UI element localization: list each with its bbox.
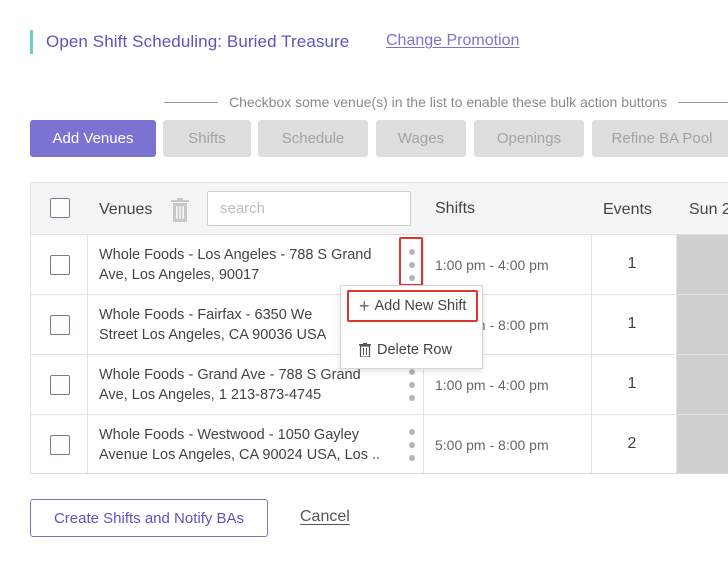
venue-line-1: Whole Foods - Westwood - 1050 Gayley xyxy=(99,427,360,443)
row-action-menu: + Add New Shift Delete Row xyxy=(340,285,483,369)
venue-name: Whole Foods - Fairfax - 6350 We Street L… xyxy=(99,305,381,345)
events-count: 1 xyxy=(627,315,637,332)
bulk-action-hint: Checkbox some venue(s) in the list to en… xyxy=(164,92,728,112)
venue-name: Whole Foods - Westwood - 1050 Gayley Ave… xyxy=(99,425,381,465)
title-accent-bar xyxy=(30,30,33,54)
trash-icon[interactable] xyxy=(170,198,190,222)
venue-name: Whole Foods - Grand Ave - 788 S Grand Av… xyxy=(99,365,381,405)
sun-header: Sun 2 xyxy=(689,201,728,218)
hint-divider-right xyxy=(678,101,728,103)
venue-line-1: Whole Foods - Grand Ave - 788 S Grand xyxy=(99,367,361,383)
events-count: 1 xyxy=(627,255,637,272)
shifts-header: Shifts xyxy=(435,200,476,217)
change-promotion-link[interactable]: Change Promotion xyxy=(386,32,519,50)
select-all-checkbox[interactable] xyxy=(50,198,70,218)
wages-button[interactable]: Wages xyxy=(376,120,466,157)
venue-line-1: Whole Foods - Los Angeles - 788 S Grand xyxy=(99,247,372,263)
page-title: Open Shift Scheduling: Buried Treasure xyxy=(46,32,350,51)
page-header: Open Shift Scheduling: Buried Treasure xyxy=(30,30,349,54)
venue-search-input[interactable] xyxy=(207,191,411,226)
venue-name: Whole Foods - Los Angeles - 788 S Grand … xyxy=(99,245,381,285)
shift-time: 1:00 pm - 4:00 pm xyxy=(435,257,549,273)
hint-text: Checkbox some venue(s) in the list to en… xyxy=(229,94,668,110)
schedule-button[interactable]: Schedule xyxy=(258,120,368,157)
row-checkbox[interactable] xyxy=(50,315,70,335)
trash-icon xyxy=(359,343,371,357)
hint-divider-left xyxy=(164,101,218,103)
venues-header: Venues xyxy=(99,201,153,218)
events-count: 1 xyxy=(627,375,637,392)
table-header: Venues Shifts Events Sun 2 xyxy=(31,183,728,235)
row-checkbox[interactable] xyxy=(50,255,70,275)
plus-icon: + xyxy=(359,296,370,316)
row-checkbox[interactable] xyxy=(50,375,70,395)
create-shifts-button[interactable]: Create Shifts and Notify BAs xyxy=(30,499,268,537)
delete-row-menu-item[interactable]: Delete Row xyxy=(341,331,484,369)
kebab-highlight xyxy=(399,237,423,286)
shift-time: 5:00 pm - 8:00 pm xyxy=(435,437,549,453)
venue-line-2: Ave, Los Angeles, 90017 xyxy=(99,267,260,283)
delete-row-label: Delete Row xyxy=(377,342,452,358)
events-count: 2 xyxy=(627,435,637,452)
refine-ba-pool-button[interactable]: Refine BA Pool xyxy=(592,120,728,157)
venue-line-2: Ave, Los Angeles, 1 213-873-4745 xyxy=(99,387,322,403)
openings-button[interactable]: Openings xyxy=(474,120,584,157)
venue-line-1: Whole Foods - Fairfax - 6350 We xyxy=(99,307,313,323)
table-row: Whole Foods - Westwood - 1050 Gayley Ave… xyxy=(31,415,728,473)
row-menu-icon[interactable] xyxy=(407,429,417,461)
shift-time: 1:00 pm - 4:00 pm xyxy=(435,377,549,393)
shifts-button[interactable]: Shifts xyxy=(163,120,251,157)
venue-line-2: Avenue Los Angeles, CA 90024 USA, Los ..… xyxy=(99,447,381,463)
add-new-shift-label: Add New Shift xyxy=(374,298,467,314)
cancel-link[interactable]: Cancel xyxy=(300,508,350,526)
add-new-shift-menu-item[interactable]: + Add New Shift xyxy=(347,290,478,322)
add-venues-button[interactable]: Add Venues xyxy=(30,120,156,157)
venue-line-2: Street Los Angeles, CA 90036 USA xyxy=(99,327,327,343)
row-checkbox[interactable] xyxy=(50,435,70,455)
events-header: Events xyxy=(603,201,652,218)
row-menu-icon[interactable] xyxy=(407,369,417,401)
